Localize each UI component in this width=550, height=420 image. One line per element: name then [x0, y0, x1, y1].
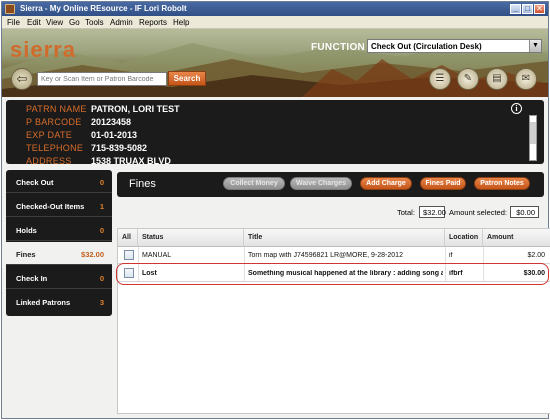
sidebar-item-label: Fines	[16, 250, 36, 259]
patron-name-label: PATRN NAME	[26, 104, 87, 114]
telephone-value: 715-839-5082	[91, 143, 148, 153]
patron-barcode-label: P BARCODE	[26, 117, 82, 127]
amount-selected-value: $0.00	[510, 206, 539, 218]
app-window: Sierra - My Online REsource - IF Lori Ro…	[1, 1, 550, 419]
sidebar-item-count: 0	[99, 226, 104, 235]
collect-money-button[interactable]: Collect Money	[223, 177, 285, 190]
menu-admin[interactable]: Admin	[110, 18, 133, 27]
table-row[interactable]: MANUAL Torn map with J74596821 LR@MORE, …	[118, 247, 550, 264]
window-title: Sierra - My Online REsource - IF Lori Ro…	[20, 4, 187, 13]
menu-go[interactable]: Go	[69, 18, 80, 27]
column-divider	[445, 247, 446, 281]
sidebar-item-check-in[interactable]: Check In 0	[6, 266, 112, 289]
function-select[interactable]: Check Out (Circulation Desk) ▼	[367, 39, 542, 53]
checkout-list-icon[interactable]: ☰	[429, 68, 451, 90]
table-row[interactable]: Lost Something musical happened at the l…	[118, 265, 550, 282]
column-header-all[interactable]: All	[118, 229, 138, 247]
sidebar-item-count: 0	[99, 178, 104, 187]
telephone-label: TELEPHONE	[26, 143, 84, 153]
column-header-amount[interactable]: Amount	[483, 229, 550, 247]
menu-edit[interactable]: Edit	[27, 18, 41, 27]
row-location: ifbrf	[449, 270, 463, 277]
chevron-down-icon[interactable]: ▼	[529, 40, 541, 52]
back-arrow-icon[interactable]: ⇦	[11, 68, 33, 90]
menu-bar: File Edit View Go Tools Admin Reports He…	[2, 16, 548, 29]
fines-table: All Status Title Location Amount MANUAL …	[117, 228, 550, 414]
sidebar-item-label: Checked-Out Items	[16, 202, 85, 211]
fines-paid-button[interactable]: Fines Paid	[420, 177, 466, 190]
menu-reports[interactable]: Reports	[139, 18, 167, 27]
maximize-button[interactable]: □	[522, 4, 533, 14]
patron-notes-button[interactable]: Patron Notes	[474, 177, 530, 190]
search-input[interactable]	[37, 72, 167, 86]
column-header-title[interactable]: Title	[244, 229, 445, 247]
sierra-app-icon	[5, 4, 15, 14]
title-bar: Sierra - My Online REsource - IF Lori Ro…	[2, 2, 548, 16]
banner: sierra FUNCTION Check Out (Circulation D…	[2, 29, 548, 97]
column-divider	[244, 247, 245, 281]
scrollbar-thumb[interactable]	[530, 122, 536, 144]
amount-selected-label: Amount selected:	[449, 208, 507, 217]
sidebar-item-check-out[interactable]: Check Out 0	[6, 170, 112, 193]
sidebar-item-fines[interactable]: Fines $32.00	[6, 242, 112, 265]
total-label: Total:	[397, 208, 415, 217]
sidebar-item-label: Holds	[16, 226, 37, 235]
total-value: $32.00	[419, 206, 446, 218]
patron-name-value: PATRON, LORI TEST	[91, 104, 180, 114]
patron-barcode-value: 20123458	[91, 117, 132, 127]
column-divider	[483, 247, 484, 281]
expiration-date-value: 01-01-2013	[91, 130, 138, 140]
row-location: if	[449, 252, 453, 259]
chat-settings-icon[interactable]: ✉	[515, 68, 537, 90]
menu-view[interactable]: View	[46, 18, 63, 27]
sidebar: Check Out 0 Checked-Out Items 1 Holds 0 …	[6, 170, 112, 316]
page-title: Fines	[129, 178, 156, 190]
receipt-icon[interactable]: ✎	[457, 68, 479, 90]
row-checkbox[interactable]	[124, 268, 134, 278]
print-icon[interactable]: ▤	[486, 68, 508, 90]
sidebar-item-linked-patrons[interactable]: Linked Patrons 3	[6, 290, 112, 313]
add-charge-button[interactable]: Add Charge	[360, 177, 412, 190]
sidebar-item-label: Check In	[16, 274, 48, 283]
menu-help[interactable]: Help	[173, 18, 189, 27]
column-header-status[interactable]: Status	[138, 229, 244, 247]
function-select-value: Check Out (Circulation Desk)	[371, 42, 482, 51]
minimize-button[interactable]: _	[510, 4, 521, 14]
sidebar-item-label: Check Out	[16, 178, 54, 187]
row-title: Something musical happened at the librar…	[248, 270, 443, 277]
waive-charges-button[interactable]: Waive Charges	[290, 177, 352, 190]
patron-scrollbar[interactable]	[529, 115, 537, 161]
sidebar-item-count: 1	[99, 202, 104, 211]
search-button[interactable]: Search	[168, 71, 206, 86]
row-title: Torn map with J74596821 LR@MORE, 9-28-20…	[248, 252, 403, 259]
row-amount: $2.00	[527, 252, 545, 259]
row-amount: $30.00	[523, 270, 545, 277]
address-value: 1538 TRUAX BLVD	[91, 156, 171, 164]
close-button[interactable]: ✕	[534, 4, 545, 14]
function-label: FUNCTION	[311, 42, 366, 53]
address-label: ADDRESS	[26, 156, 72, 164]
menu-tools[interactable]: Tools	[85, 18, 104, 27]
row-checkbox[interactable]	[124, 250, 134, 260]
info-icon[interactable]: i	[511, 103, 522, 114]
sidebar-item-holds[interactable]: Holds 0	[6, 218, 112, 241]
column-divider	[138, 247, 139, 281]
sidebar-item-label: Linked Patrons	[16, 298, 71, 307]
patron-info-panel: PATRN NAME PATRON, LORI TEST P BARCODE 2…	[6, 100, 544, 164]
menu-file[interactable]: File	[7, 18, 20, 27]
row-status: Lost	[142, 270, 157, 277]
sidebar-item-checked-out-items[interactable]: Checked-Out Items 1	[6, 194, 112, 217]
fines-toolbar: Fines Collect Money Waive Charges Add Ch…	[117, 172, 544, 197]
sidebar-item-count: $32.00	[81, 250, 104, 259]
sidebar-item-count: 3	[99, 298, 104, 307]
column-header-location[interactable]: Location	[445, 229, 483, 247]
expiration-date-label: EXP DATE	[26, 130, 73, 140]
row-status: MANUAL	[142, 252, 172, 259]
sidebar-item-count: 0	[99, 274, 104, 283]
sierra-logo: sierra	[10, 37, 76, 62]
